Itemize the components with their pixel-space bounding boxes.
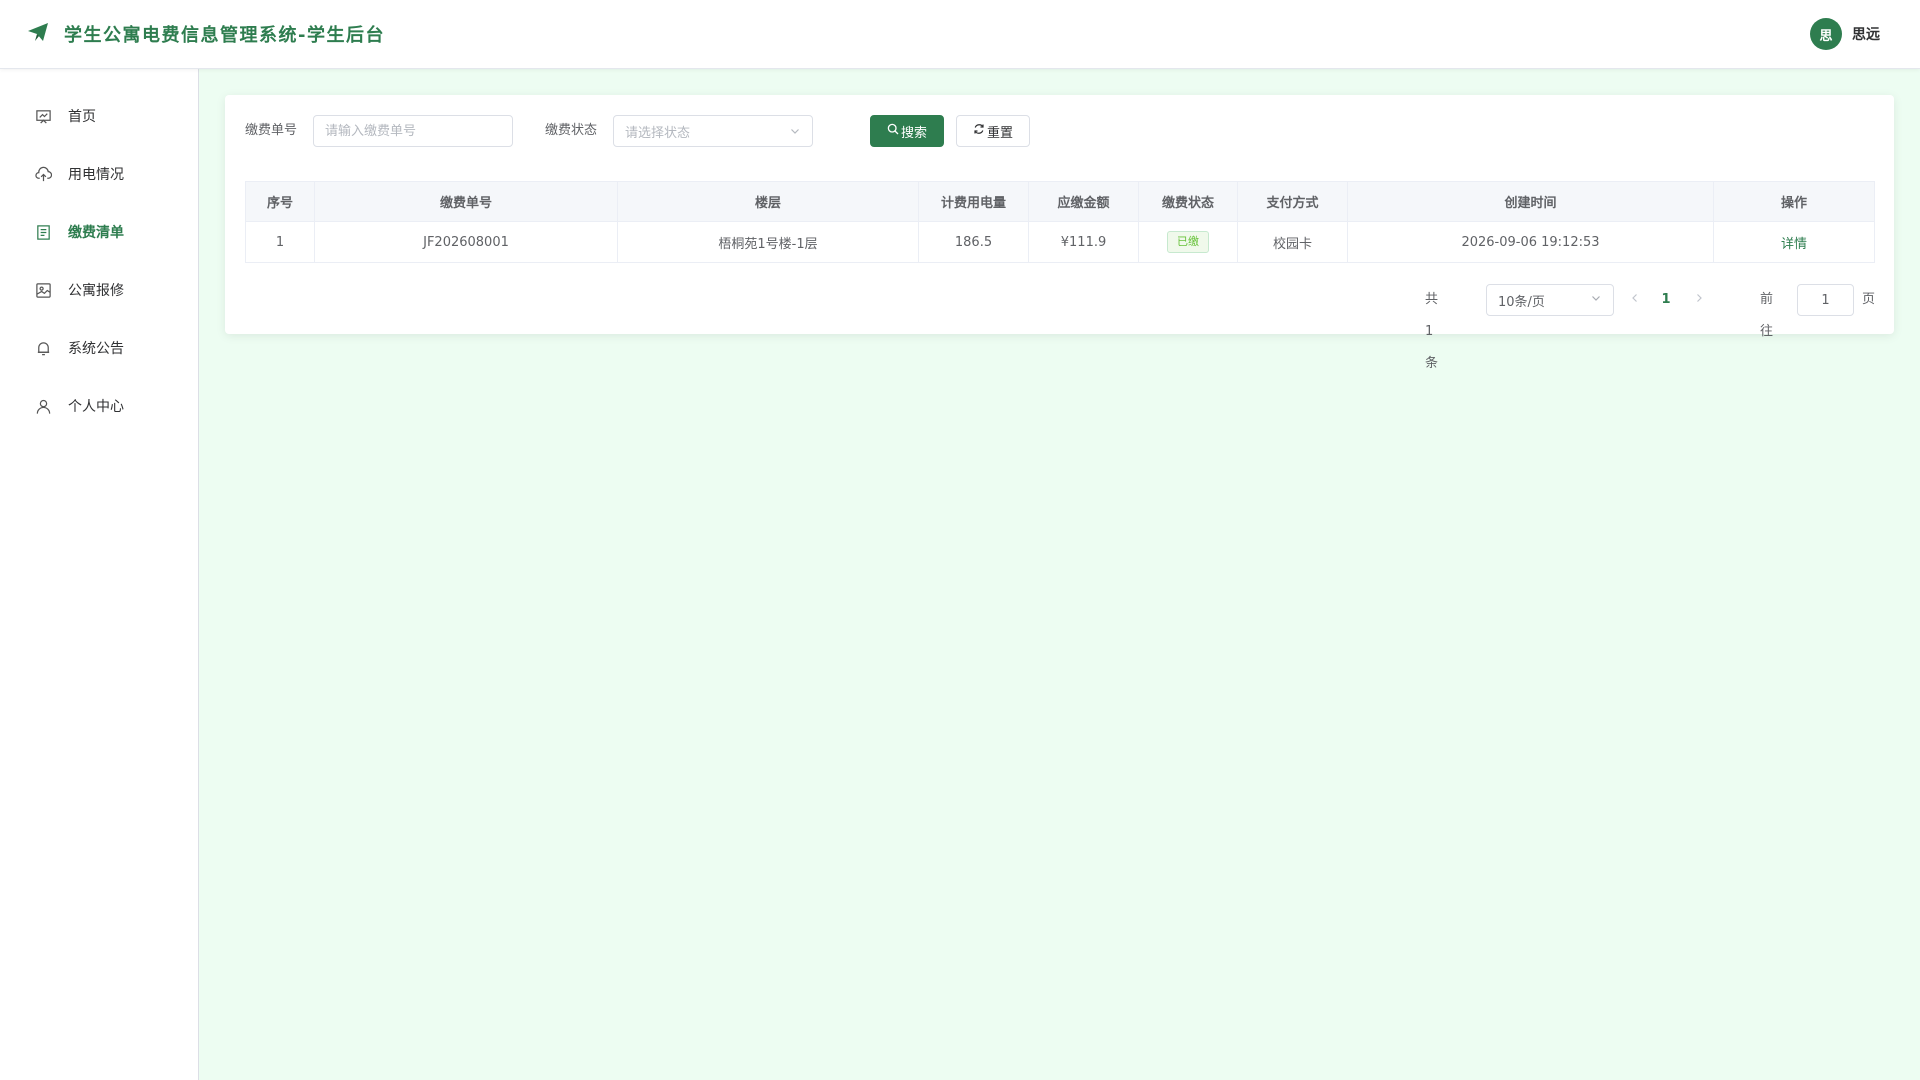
page-suffix-label: 页 (1862, 292, 1876, 307)
search-button-label: 搜索 (900, 125, 927, 141)
logo: 学生公寓电费信息管理系统-学生后台 (26, 20, 385, 48)
bill-no-input[interactable] (313, 115, 513, 147)
bell-icon (34, 339, 52, 357)
sidebar-item-label: 公寓报修 (68, 283, 124, 299)
pagination-total: 共 1 条 (1425, 292, 1439, 371)
column-header-amount[interactable]: 应缴金额 (1028, 181, 1139, 222)
page-size-select[interactable]: 10条/页 (1486, 284, 1614, 316)
detail-link[interactable]: 详情 (1781, 237, 1807, 252)
cell-status: 已缴 (1138, 221, 1238, 263)
status-select-placeholder: 请选择状态 (625, 125, 691, 141)
cell-bill-no: JF202608001 (314, 221, 618, 263)
table-row: 1 JF202608001 梧桐苑1号楼-1层 186.5 ¥111.9 已缴 … (245, 221, 1875, 263)
page-number-current[interactable]: 1 (1656, 284, 1676, 316)
status-badge: 已缴 (1167, 231, 1209, 253)
main-content: 缴费单号 缴费状态 请选择状态 搜索 重置 (199, 69, 1920, 1080)
cell-action: 详情 (1713, 221, 1875, 263)
bill-no-label: 缴费单号 (245, 123, 298, 138)
chevron-left-icon (1629, 292, 1641, 308)
dashboard-icon (34, 107, 52, 125)
chevron-down-icon (1590, 292, 1602, 308)
cell-payment: 校园卡 (1237, 221, 1348, 263)
refresh-icon (973, 123, 987, 139)
document-icon (34, 223, 52, 241)
goto-page-input[interactable] (1797, 284, 1854, 316)
bill-table: 序号 缴费单号 楼层 计费用电量 应缴金额 缴费状态 支付方式 创建时间 操作 … (245, 181, 1875, 263)
sidebar-item-label: 首页 (68, 109, 96, 125)
page-size-value: 10条/页 (1498, 294, 1545, 310)
column-header-action[interactable]: 操作 (1713, 181, 1875, 222)
sidebar-item-label: 个人中心 (68, 399, 124, 415)
column-header-usage[interactable]: 计费用电量 (918, 181, 1029, 222)
column-header-bill-no[interactable]: 缴费单号 (314, 181, 618, 222)
repair-picture-icon (34, 281, 52, 299)
user-name[interactable]: 思远 (1852, 24, 1880, 44)
cloud-upload-icon (34, 165, 52, 183)
cell-index: 1 (245, 221, 315, 263)
search-form: 缴费单号 缴费状态 请选择状态 搜索 重置 (245, 115, 1865, 147)
sidebar-item-electricity[interactable]: 用电情况 (0, 150, 198, 198)
status-select[interactable]: 请选择状态 (613, 115, 813, 147)
prev-page-button[interactable] (1627, 284, 1643, 316)
chevron-right-icon (1693, 292, 1705, 308)
cell-usage: 186.5 (918, 221, 1029, 263)
column-header-payment[interactable]: 支付方式 (1237, 181, 1348, 222)
sidebar-item-repair[interactable]: 公寓报修 (0, 266, 198, 314)
user-menu[interactable]: 思 思远 (1810, 18, 1880, 50)
reset-button[interactable]: 重置 (956, 115, 1030, 147)
user-icon (34, 397, 52, 415)
app-title: 学生公寓电费信息管理系统-学生后台 (64, 25, 385, 46)
reset-button-label: 重置 (986, 125, 1013, 141)
cell-created: 2026-09-06 19:12:53 (1347, 221, 1714, 263)
search-icon (887, 123, 901, 139)
column-header-index[interactable]: 序号 (245, 181, 315, 222)
column-header-status[interactable]: 缴费状态 (1138, 181, 1238, 222)
sidebar-item-notice[interactable]: 系统公告 (0, 324, 198, 372)
next-page-button[interactable] (1691, 284, 1707, 316)
sidebar-item-profile[interactable]: 个人中心 (0, 382, 198, 430)
column-header-created[interactable]: 创建时间 (1347, 181, 1714, 222)
sidebar-item-label: 用电情况 (68, 167, 124, 183)
goto-label: 前往 (1760, 292, 1774, 339)
table-header-row: 序号 缴费单号 楼层 计费用电量 应缴金额 缴费状态 支付方式 创建时间 操作 (245, 181, 1875, 222)
chevron-down-icon (789, 122, 801, 141)
cell-floor: 梧桐苑1号楼-1层 (617, 221, 919, 263)
sidebar-item-bills[interactable]: 缴费清单 (0, 208, 198, 256)
column-header-floor[interactable]: 楼层 (617, 181, 919, 222)
cell-amount: ¥111.9 (1028, 221, 1139, 263)
top-header: 学生公寓电费信息管理系统-学生后台 思 思远 (0, 0, 1920, 69)
sidebar: 首页 用电情况 缴费清单 公寓报修 系统公告 个人中心 (0, 69, 199, 1080)
sidebar-item-label: 系统公告 (68, 341, 124, 357)
search-button[interactable]: 搜索 (870, 115, 944, 147)
sidebar-item-home[interactable]: 首页 (0, 92, 198, 140)
paper-plane-icon (26, 20, 50, 48)
status-label: 缴费状态 (545, 123, 598, 138)
sidebar-item-label: 缴费清单 (68, 225, 124, 241)
bill-list-card: 缴费单号 缴费状态 请选择状态 搜索 重置 (225, 95, 1894, 371)
avatar[interactable]: 思 (1810, 18, 1842, 50)
